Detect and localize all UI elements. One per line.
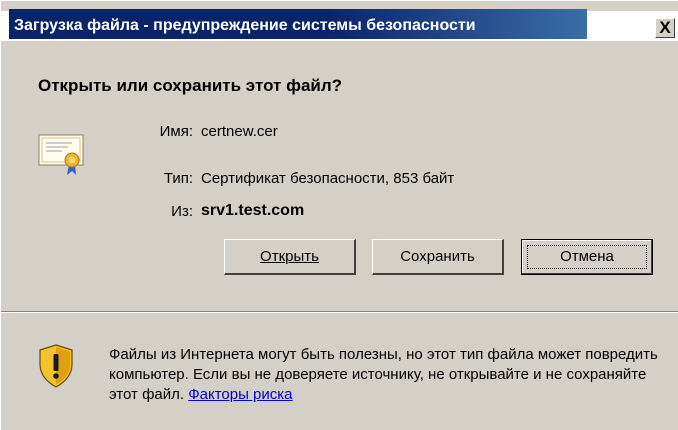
type-value: Сертификат безопасности, 853 байт [201, 170, 455, 187]
close-button[interactable]: X [655, 18, 675, 38]
risk-factors-link[interactable]: Факторы риска [188, 386, 292, 403]
file-download-dialog: Загрузка файла - предупреждение системы … [0, 0, 678, 430]
from-value: srv1.test.com [201, 202, 305, 219]
type-label: Тип: [163, 170, 193, 187]
from-label: Из: [171, 203, 193, 220]
open-button[interactable]: Открыть [224, 239, 356, 275]
cancel-button[interactable]: Отмена [521, 239, 653, 275]
name-value: certnew.cer [201, 123, 278, 140]
section-divider [1, 311, 678, 313]
name-label: Имя: [159, 123, 193, 140]
warning-message: Файлы из Интернета могут быть полезны, н… [109, 345, 669, 405]
save-button-label: Сохранить [400, 248, 475, 265]
cancel-button-label: Отмена [560, 248, 614, 265]
window-title: Загрузка файла - предупреждение системы … [14, 17, 476, 34]
save-button[interactable]: Сохранить [372, 239, 504, 275]
dialog-heading: Открыть или сохранить этот файл? [38, 76, 343, 95]
open-button-label: Открыть [260, 248, 319, 265]
warning-shield-icon [39, 344, 73, 388]
